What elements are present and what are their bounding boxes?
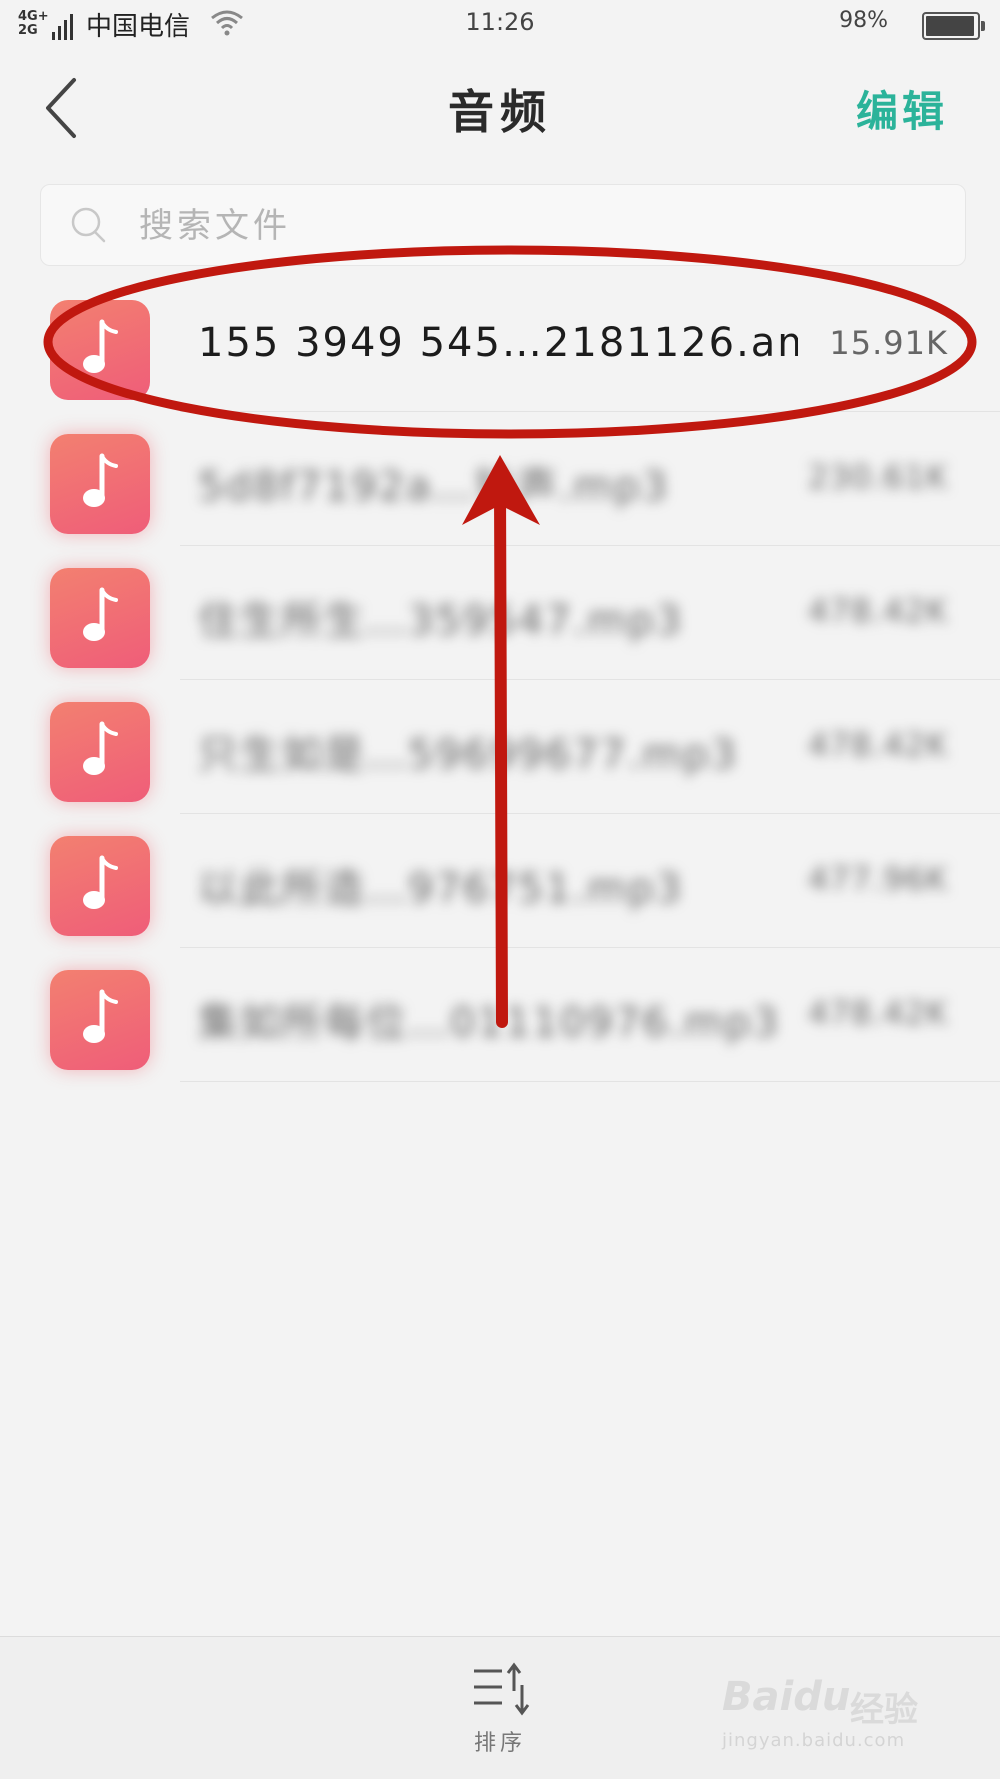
file-row[interactable]: 只生如是…59699677.mp3 478.42K	[50, 680, 1000, 814]
file-size: 230.61K	[808, 458, 948, 496]
status-bar: 4G+ 2G 中国电信 11:26 98%	[0, 0, 1000, 48]
title-bar: 音频 编辑	[0, 48, 1000, 168]
search-icon	[71, 207, 106, 243]
audio-file-icon	[50, 568, 150, 668]
file-size: 478.42K	[808, 726, 948, 764]
file-row[interactable]: 集如所每位…01110976.mp3 478.42K	[50, 948, 1000, 1082]
watermark-url: jingyan.baidu.com	[722, 1730, 906, 1751]
search-bar[interactable]	[40, 184, 966, 266]
file-size: 15.91K	[829, 324, 948, 362]
file-name: 以此所造…976751.mp3	[198, 866, 684, 912]
sort-label: 排序	[473, 1731, 526, 1756]
file-row[interactable]: 以此所造…976751.mp3 477.96K	[50, 814, 1000, 948]
file-name: 5d8f7192a…铃声.mp3	[198, 464, 670, 510]
battery-percent: 98%	[839, 8, 888, 33]
file-row[interactable]: 住生所生…359547.mp3 478.42K	[50, 546, 1000, 680]
file-name: 集如所每位…01110976.mp3	[198, 1000, 781, 1046]
watermark-brand: Baidu	[722, 1674, 851, 1720]
page-title: 音频	[448, 85, 552, 139]
audio-file-icon	[50, 434, 150, 534]
audio-file-icon	[50, 970, 150, 1070]
audio-file-icon	[50, 300, 150, 400]
file-row[interactable]: 155 3949 545…2181126.amr 15.91K	[50, 278, 1000, 412]
file-size: 477.96K	[808, 860, 948, 898]
edit-button[interactable]: 编辑	[856, 78, 948, 139]
audio-file-icon	[50, 836, 150, 936]
file-row[interactable]: 5d8f7192a…铃声.mp3 230.61K	[50, 412, 1000, 546]
file-name: 只生如是…59699677.mp3	[198, 732, 739, 778]
watermark-brand-cn: 经验	[850, 1690, 918, 1730]
file-name: 155 3949 545…2181126.amr	[198, 320, 798, 366]
sort-icon	[474, 1662, 530, 1716]
file-list: 155 3949 545…2181126.amr 15.91K 5d8f7192…	[0, 278, 1000, 1082]
battery-icon	[922, 12, 985, 40]
file-size: 478.42K	[808, 592, 948, 630]
audio-file-icon	[50, 702, 150, 802]
file-size: 478.42K	[808, 994, 948, 1032]
baidu-watermark: Baidu 经验 jingyan.baidu.com	[722, 1668, 952, 1758]
file-name: 住生所生…359547.mp3	[198, 598, 684, 644]
search-input[interactable]	[137, 195, 941, 257]
sort-button[interactable]: 排序	[440, 1661, 560, 1771]
